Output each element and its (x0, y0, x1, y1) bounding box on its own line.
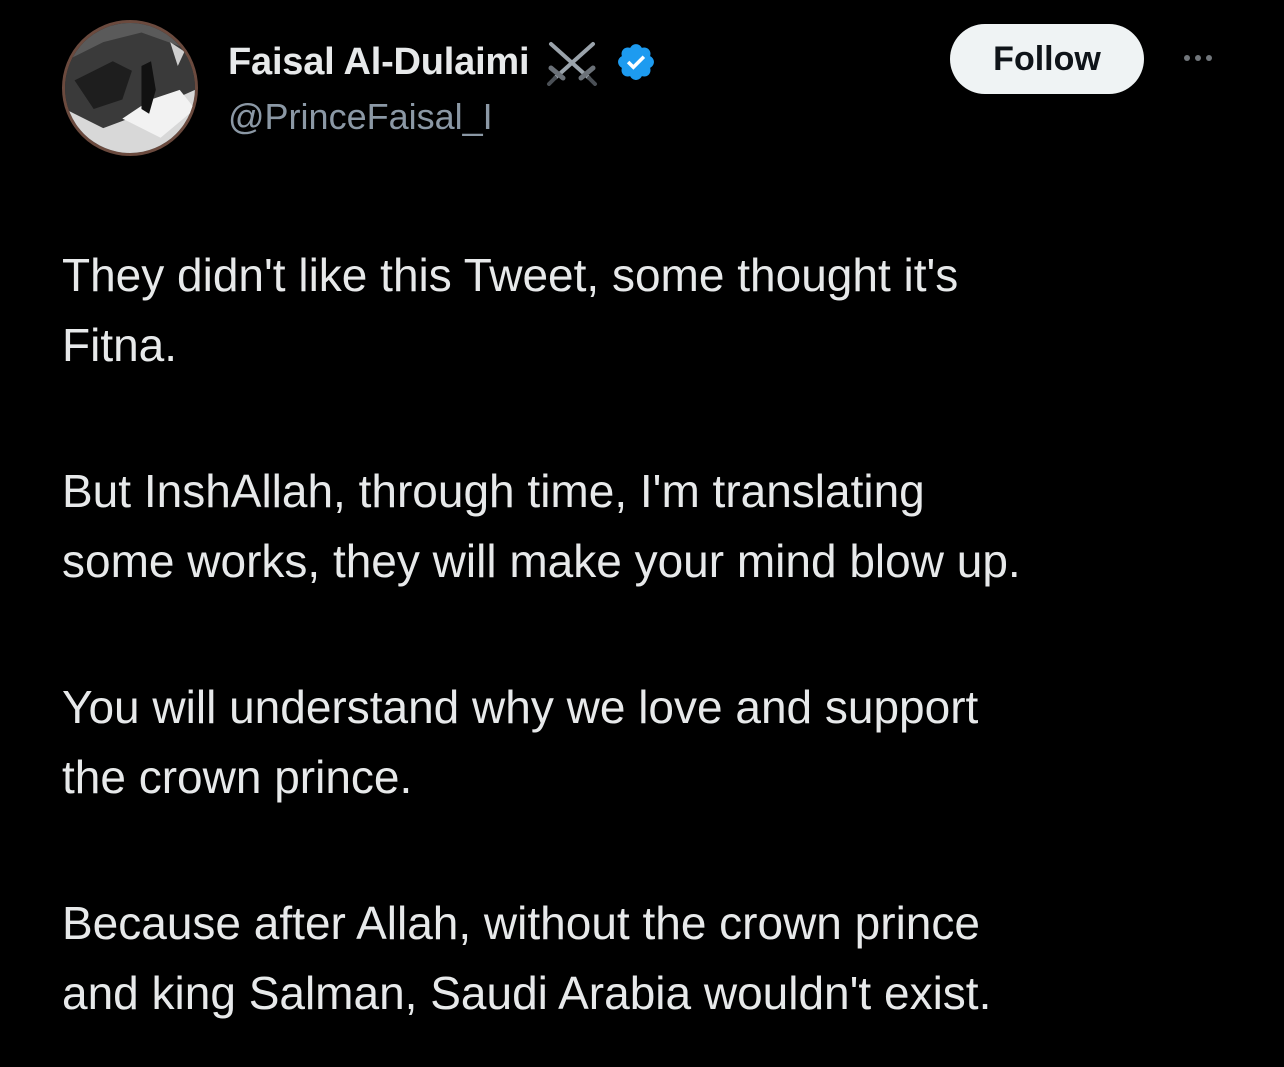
tweet-paragraph: They didn't like this Tweet, some though… (62, 240, 1242, 380)
verified-badge-icon (615, 41, 657, 83)
tweet-line: some works, they will make your mind blo… (62, 535, 1021, 587)
tweet-text: They didn't like this Tweet, some though… (62, 240, 1242, 1028)
avatar[interactable] (62, 20, 198, 156)
tweet-line: Because after Allah, without the crown p… (62, 897, 980, 949)
tweet-line: Fitna. (62, 319, 178, 371)
tweet-line: the crown prince. (62, 751, 413, 803)
crossed-swords-icon (543, 38, 601, 86)
tweet-paragraph: You will understand why we love and supp… (62, 672, 1242, 812)
author-display-name[interactable]: Faisal Al-Dulaimi (228, 41, 530, 84)
tweet-line: and king Salman, Saudi Arabia wouldn't e… (62, 967, 992, 1019)
more-options-icon[interactable] (1170, 40, 1226, 76)
author-name-row: Faisal Al-Dulaimi (228, 36, 657, 88)
tweet-line: But InshAllah, through time, I'm transla… (62, 465, 925, 517)
author-handle[interactable]: @PrinceFaisal_I (228, 96, 493, 138)
tweet-header: Faisal Al-Dulaimi @PrinceFaisal_I Follow (0, 0, 1284, 180)
tweet-line: They didn't like this Tweet, some though… (62, 249, 959, 301)
follow-button[interactable]: Follow (950, 24, 1144, 94)
tweet-line: You will understand why we love and supp… (62, 681, 979, 733)
more-dot (1195, 55, 1201, 61)
avatar-image (65, 23, 195, 153)
more-dot (1184, 55, 1190, 61)
tweet-paragraph: But InshAllah, through time, I'm transla… (62, 456, 1242, 596)
tweet-paragraph: Because after Allah, without the crown p… (62, 888, 1242, 1028)
more-dot (1206, 55, 1212, 61)
